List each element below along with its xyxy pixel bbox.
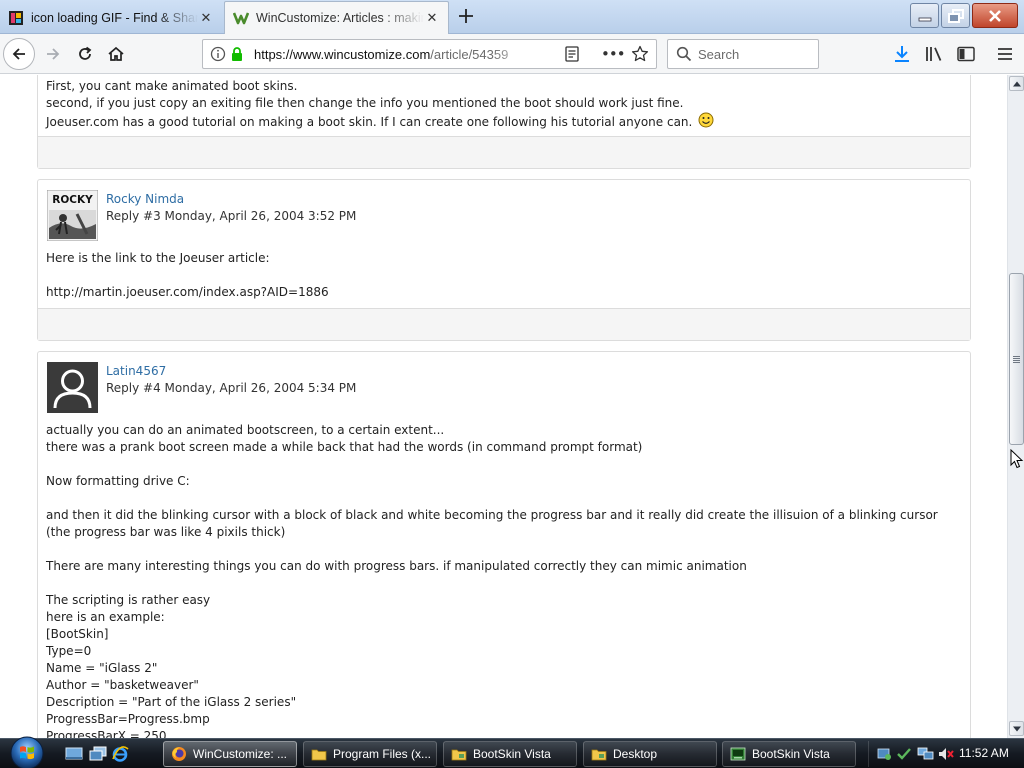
taskbar-button-wincustomize[interactable]: WinCustomize: ... xyxy=(163,741,297,767)
restore-button[interactable] xyxy=(941,3,970,28)
tab-icon-loading-gif[interactable]: icon loading GIF - Find & Share ✕ xyxy=(0,2,222,34)
reply-text-line: Joeuser.com has a good tutorial on makin… xyxy=(46,112,946,133)
tab-strip: icon loading GIF - Find & Share ✕ WinCus… xyxy=(0,0,1024,34)
network-icon[interactable] xyxy=(917,745,935,763)
home-button[interactable] xyxy=(101,39,131,69)
minimize-button[interactable] xyxy=(910,3,939,28)
info-icon[interactable] xyxy=(210,46,226,65)
reply-text-line: Author = "basketweaver" xyxy=(46,678,199,692)
reply-meta: Reply #4 Monday, April 26, 2004 5:34 PM xyxy=(106,381,357,395)
secure-lock-icon[interactable] xyxy=(230,46,244,65)
hamburger-menu-icon[interactable] xyxy=(994,43,1016,65)
reload-button[interactable] xyxy=(70,39,100,69)
reply-text-line: ProgressBar=Progress.bmp xyxy=(46,712,210,726)
reply-text-line: There are many interesting things you ca… xyxy=(46,559,747,573)
reply-text-line: and then it did the blinking cursor with… xyxy=(46,508,938,539)
reply-footer xyxy=(38,136,970,168)
search-input[interactable] xyxy=(698,45,813,63)
reply-footer xyxy=(38,308,970,340)
reply-text-line: Now formatting drive C: xyxy=(46,474,190,488)
tab-wincustomize[interactable]: WinCustomize: Articles : making ✕ xyxy=(224,1,449,34)
scrollbar-thumb[interactable] xyxy=(1009,273,1024,445)
avatar[interactable] xyxy=(47,362,98,413)
reply-text-line: The scripting is rather easy xyxy=(46,593,211,607)
reply-text-line: second, if you just copy an exiting file… xyxy=(46,96,684,110)
taskbar-button-desktop[interactable]: Desktop xyxy=(583,741,717,767)
internet-explorer-icon[interactable] xyxy=(110,745,130,763)
back-button[interactable] xyxy=(3,38,35,70)
site-favicon-icon xyxy=(8,10,24,26)
close-window-button[interactable] xyxy=(972,3,1018,28)
article-link[interactable]: http://martin.joeuser.com/index.asp?AID=… xyxy=(46,284,946,301)
windows-taskbar: WinCustomize: ... Program Files (x... Bo… xyxy=(0,735,1024,768)
smiley-emoticon-icon xyxy=(698,112,714,133)
show-desktop-icon[interactable] xyxy=(64,745,84,763)
navigation-toolbar: https://www.wincustomize.com/article/543… xyxy=(0,34,1024,74)
reply-box-4: Latin4567 Reply #4 Monday, April 26, 200… xyxy=(37,351,971,738)
search-bar[interactable] xyxy=(667,39,819,69)
wincustomize-favicon-icon xyxy=(233,10,249,26)
mouse-cursor-icon xyxy=(1010,448,1024,472)
scroll-grip-icon xyxy=(1013,355,1020,363)
reply-username[interactable]: Rocky Nimda xyxy=(106,192,184,206)
vertical-scrollbar[interactable] xyxy=(1007,75,1024,738)
forward-button[interactable] xyxy=(38,39,68,69)
search-icon xyxy=(676,46,692,65)
start-button[interactable] xyxy=(7,735,47,768)
reply-text-line: there was a prank boot screen made a whi… xyxy=(46,440,643,454)
taskbar-button-program-files[interactable]: Program Files (x... xyxy=(303,741,437,767)
download-icon[interactable] xyxy=(891,43,913,65)
reply-text-line: Description = "Part of the iGlass 2 seri… xyxy=(46,695,297,709)
avatar-text: ROCKY xyxy=(52,194,93,206)
reply-text-line: Name = "iGlass 2" xyxy=(46,661,158,675)
system-clock[interactable]: 11:52 AM xyxy=(959,746,1009,760)
tab-close-icon[interactable]: ✕ xyxy=(424,10,440,26)
page-viewport: First, you cant make animated boot skins… xyxy=(0,75,1007,738)
reader-view-icon[interactable] xyxy=(565,46,579,65)
app-icon xyxy=(730,746,746,762)
tab-title: icon loading GIF - Find & Share xyxy=(31,11,198,25)
volume-muted-icon[interactable] xyxy=(937,745,955,763)
library-icon[interactable] xyxy=(923,43,945,65)
avatar[interactable]: ROCKY xyxy=(46,189,99,242)
reply-box-3: ROCKY Rocky Nimda Reply #3 Monday, April… xyxy=(37,179,971,341)
bookmark-star-icon[interactable] xyxy=(631,45,649,66)
taskbar-button-bootskin-vista-folder[interactable]: BootSkin Vista xyxy=(443,741,577,767)
tab-title: WinCustomize: Articles : making xyxy=(256,11,424,25)
url-text[interactable]: https://www.wincustomize.com/article/543… xyxy=(254,47,534,62)
reply-text-line: [BootSkin] xyxy=(46,627,109,641)
address-bar[interactable]: https://www.wincustomize.com/article/543… xyxy=(202,39,657,69)
tray-check-icon[interactable] xyxy=(895,745,913,763)
folder-icon xyxy=(311,746,327,762)
reply-text-line: here is an example: xyxy=(46,610,165,624)
reply-text-line: ProgressBarX = 250 xyxy=(46,729,167,738)
new-tab-icon[interactable] xyxy=(454,4,478,28)
taskbar-button-bootskin-vista-app[interactable]: BootSkin Vista xyxy=(722,741,856,767)
reply-box-2: First, you cant make animated boot skins… xyxy=(37,75,971,169)
reply-text-line: actually you can do an animated bootscre… xyxy=(46,423,445,437)
reply-username[interactable]: Latin4567 xyxy=(106,364,166,378)
tab-close-icon[interactable]: ✕ xyxy=(198,10,214,26)
tray-app-icon[interactable] xyxy=(875,745,893,763)
system-tray: 11:52 AM xyxy=(868,741,1024,767)
reply-text-line: Type=0 xyxy=(46,644,92,658)
scroll-down-arrow-icon[interactable] xyxy=(1009,721,1024,736)
folder-icon xyxy=(591,746,607,762)
reply-text-line: Here is the link to the Joeuser article: xyxy=(46,251,270,265)
scroll-up-arrow-icon[interactable] xyxy=(1009,76,1024,91)
reply-text-line: First, you cant make animated boot skins… xyxy=(46,79,298,93)
sidebar-toggle-icon[interactable] xyxy=(955,43,977,65)
folder-icon xyxy=(451,746,467,762)
page-actions-icon[interactable]: ••• xyxy=(601,45,626,63)
reply-meta: Reply #3 Monday, April 26, 2004 3:52 PM xyxy=(106,209,357,223)
firefox-icon xyxy=(171,746,187,762)
switch-windows-icon[interactable] xyxy=(88,745,108,763)
